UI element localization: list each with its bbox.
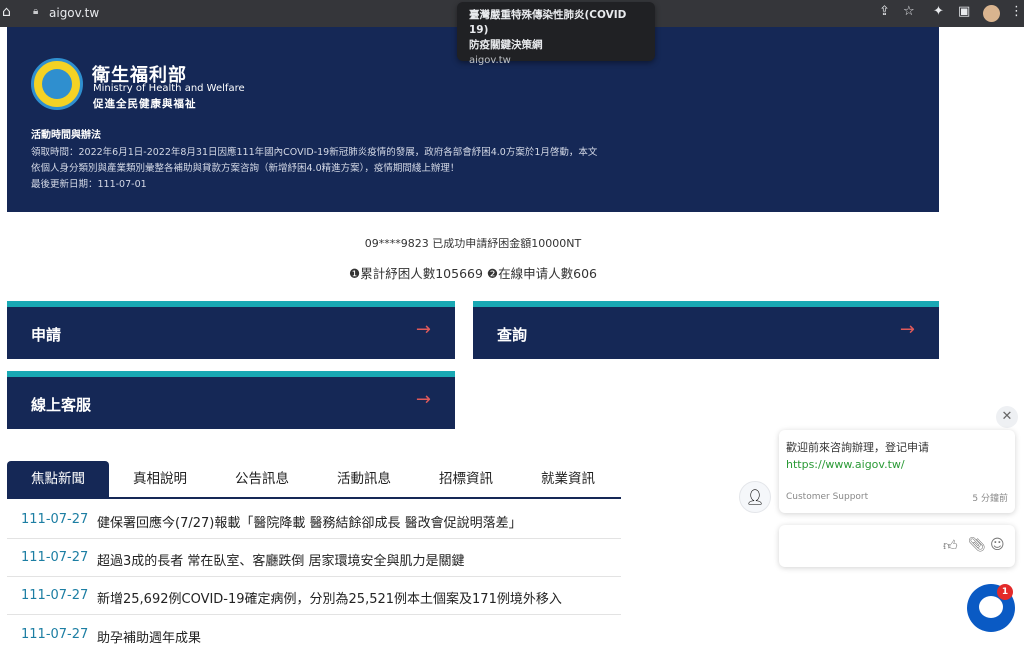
extensions-icon[interactable]: ✦	[933, 4, 944, 19]
chat-reply-bar[interactable]: 👍︎ 📎︎ ☺	[779, 525, 1015, 567]
arrow-right-icon: →	[415, 319, 431, 340]
chat-launcher-button[interactable]: 1	[967, 584, 1015, 632]
arrow-right-icon: →	[899, 319, 915, 340]
news-item[interactable]: 111-07-27 超過3成的長者 常在臥室、客廳跌倒 居家環境安全與肌力是關鍵	[7, 539, 621, 577]
news-date: 111-07-27	[21, 550, 89, 565]
news-title[interactable]: 助孕補助週年成果	[97, 627, 201, 646]
ministry-logo	[31, 58, 83, 110]
arrow-right-icon: →	[415, 389, 431, 410]
news-item[interactable]: 111-07-27 助孕補助週年成果	[7, 616, 621, 654]
news-date: 111-07-27	[21, 627, 89, 642]
share-icon[interactable]: ⇪	[879, 4, 890, 19]
ministry-slogan: 促進全民健康與福祉	[93, 98, 197, 110]
news-item[interactable]: 111-07-27 新增25,692例COVID-19確定病例，分別為25,52…	[7, 577, 621, 615]
activity-line-2: 依個人身分類別與產業類別彙整各補助與貸款方案咨詢（新增紓困4.0精進方案），疫情…	[31, 163, 460, 174]
news-title[interactable]: 健保署回應今(7/27)報載「醫院降載 醫務結餘卻成長 醫改會促說明落差」	[97, 512, 522, 531]
news-date: 111-07-27	[21, 588, 89, 603]
tab-events[interactable]: 活動訊息	[313, 461, 415, 498]
chat-close-icon[interactable]: ✕	[996, 406, 1018, 428]
chat-message-card[interactable]: 歡迎前來咨詢辦理，登记申请 https://www.aigov.tw/ Cust…	[779, 430, 1015, 513]
online-service-card[interactable]: 線上客服 →	[7, 371, 455, 429]
last-updated: 最後更新日期：111-07-01	[31, 179, 147, 190]
online-service-label: 線上客服	[31, 396, 92, 414]
chat-message: 歡迎前來咨詢辦理，登记申请	[786, 441, 929, 454]
tooltip-url: aigov.tw	[469, 55, 511, 66]
tab-focus-news[interactable]: 焦點新聞	[7, 461, 109, 498]
news-tabs: 焦點新聞 真相說明 公告訊息 活動訊息 招標資訊 就業資訊	[7, 461, 621, 499]
tooltip-subtitle: 防疫關鍵決策網	[469, 39, 543, 51]
chat-link[interactable]: https://www.aigov.tw/	[786, 458, 905, 471]
news-title[interactable]: 超過3成的長者 常在臥室、客廳跌倒 居家環境安全與肌力是關鍵	[97, 550, 465, 569]
application-ticker: 09****9823 已成功申請紓困金額10000NT	[364, 238, 582, 248]
activity-description: 領取時間：2022年6月1日-2022年8月31日因應111年國內COVID-1…	[31, 145, 621, 193]
menu-icon[interactable]: ⋮	[1010, 4, 1023, 19]
ministry-name-en: Ministry of Health and Welfare	[93, 83, 245, 94]
query-label: 查詢	[497, 326, 528, 344]
address-bar[interactable]: aigov.tw	[49, 6, 99, 20]
tab-truth[interactable]: 真相說明	[109, 461, 211, 498]
chat-timestamp: 5 分鐘前	[972, 494, 1008, 504]
tab-tenders[interactable]: 招標資訊	[415, 461, 517, 498]
side-panel-icon[interactable]: ▣	[958, 4, 970, 19]
tooltip-title: 臺灣嚴重特殊傳染性肺炎(COVID 19)	[469, 9, 627, 36]
agent-avatar-icon: 👤︎	[739, 481, 771, 513]
profile-avatar[interactable]	[983, 5, 1000, 22]
unread-badge: 1	[997, 584, 1013, 600]
apply-card[interactable]: 申請 →	[7, 301, 455, 359]
activity-line-1: 領取時間：2022年6月1日-2022年8月31日因應111年國內COVID-1…	[31, 147, 598, 158]
tab-tooltip: 臺灣嚴重特殊傳染性肺炎(COVID 19) 防疫關鍵決策網 aigov.tw	[457, 2, 655, 66]
news-date: 111-07-27	[21, 512, 89, 527]
apply-label: 申請	[31, 326, 62, 344]
emoji-icon[interactable]: ☺	[990, 537, 1005, 553]
tab-announcements[interactable]: 公告訊息	[211, 461, 313, 498]
bookmark-star-icon[interactable]: ☆	[903, 4, 915, 19]
attachment-icon[interactable]: 📎︎	[968, 537, 986, 553]
applicant-stats: ❶累計紓困人數105669 ❷在線申请人數606	[349, 266, 597, 281]
chat-agent-name: Customer Support	[786, 492, 869, 502]
tab-employment[interactable]: 就業資訊	[517, 461, 619, 498]
thumbs-up-icon[interactable]: 👍︎	[943, 537, 958, 554]
query-card[interactable]: 查詢 →	[473, 301, 939, 359]
chat-bubble-icon	[979, 596, 1003, 618]
activity-title: 活動時間與辦法	[31, 130, 101, 141]
lock-icon[interactable]: 🔒︎	[33, 6, 38, 17]
news-item[interactable]: 111-07-27 健保署回應今(7/27)報載「醫院降載 醫務結餘卻成長 醫改…	[7, 501, 621, 539]
news-title[interactable]: 新增25,692例COVID-19確定病例，分別為25,521例本土個案及171…	[97, 588, 562, 607]
home-icon[interactable]: ⌂	[2, 4, 11, 20]
